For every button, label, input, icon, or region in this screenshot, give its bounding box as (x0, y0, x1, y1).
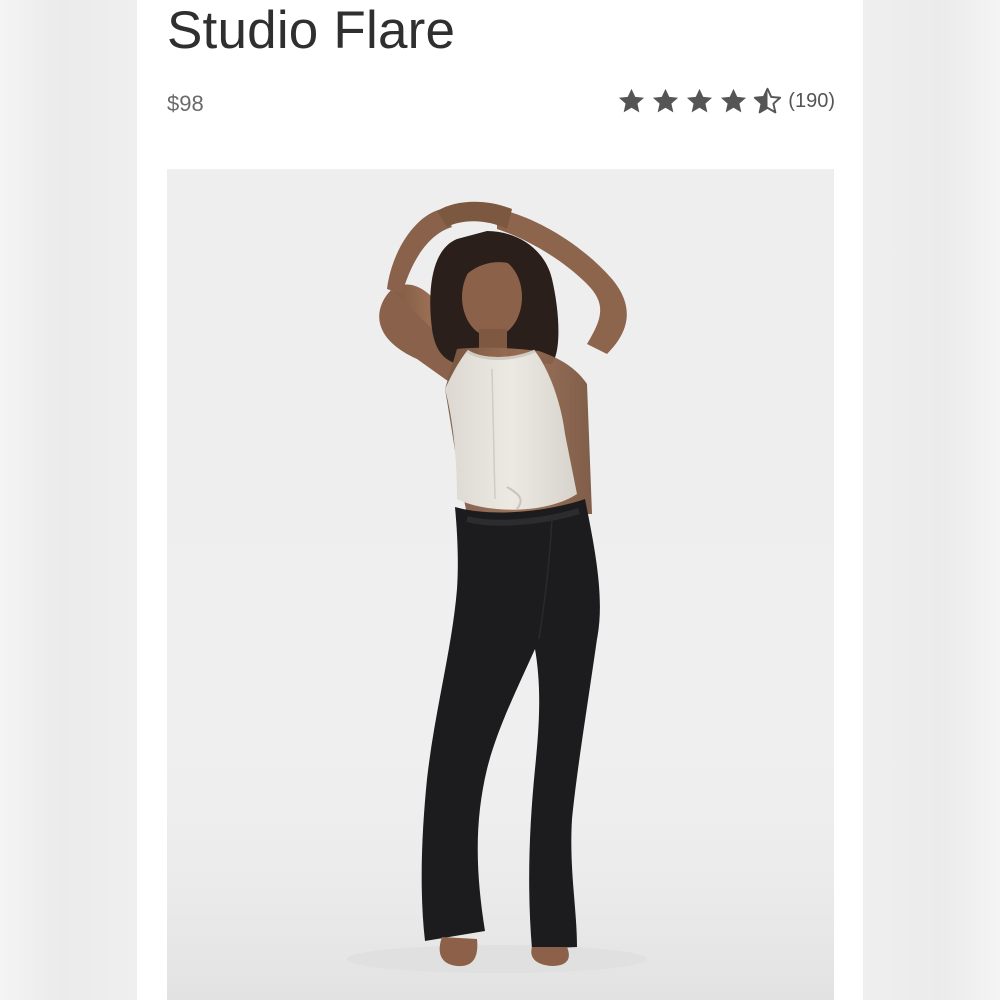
product-price: $98 (167, 91, 204, 116)
star-icon (653, 88, 679, 112)
rating-summary[interactable]: (190) (617, 85, 835, 117)
product-card: Studio Flare $98 (190) (137, 0, 863, 1000)
star-rating (617, 87, 782, 116)
star-icon (721, 88, 747, 112)
star-half-icon (754, 87, 782, 113)
star-icon (619, 88, 645, 112)
product-image[interactable] (167, 169, 834, 1000)
model-illustration (167, 201, 834, 1000)
review-count[interactable]: (190) (788, 89, 835, 113)
star-icon (687, 88, 713, 112)
product-title: Studio Flare (167, 1, 456, 60)
